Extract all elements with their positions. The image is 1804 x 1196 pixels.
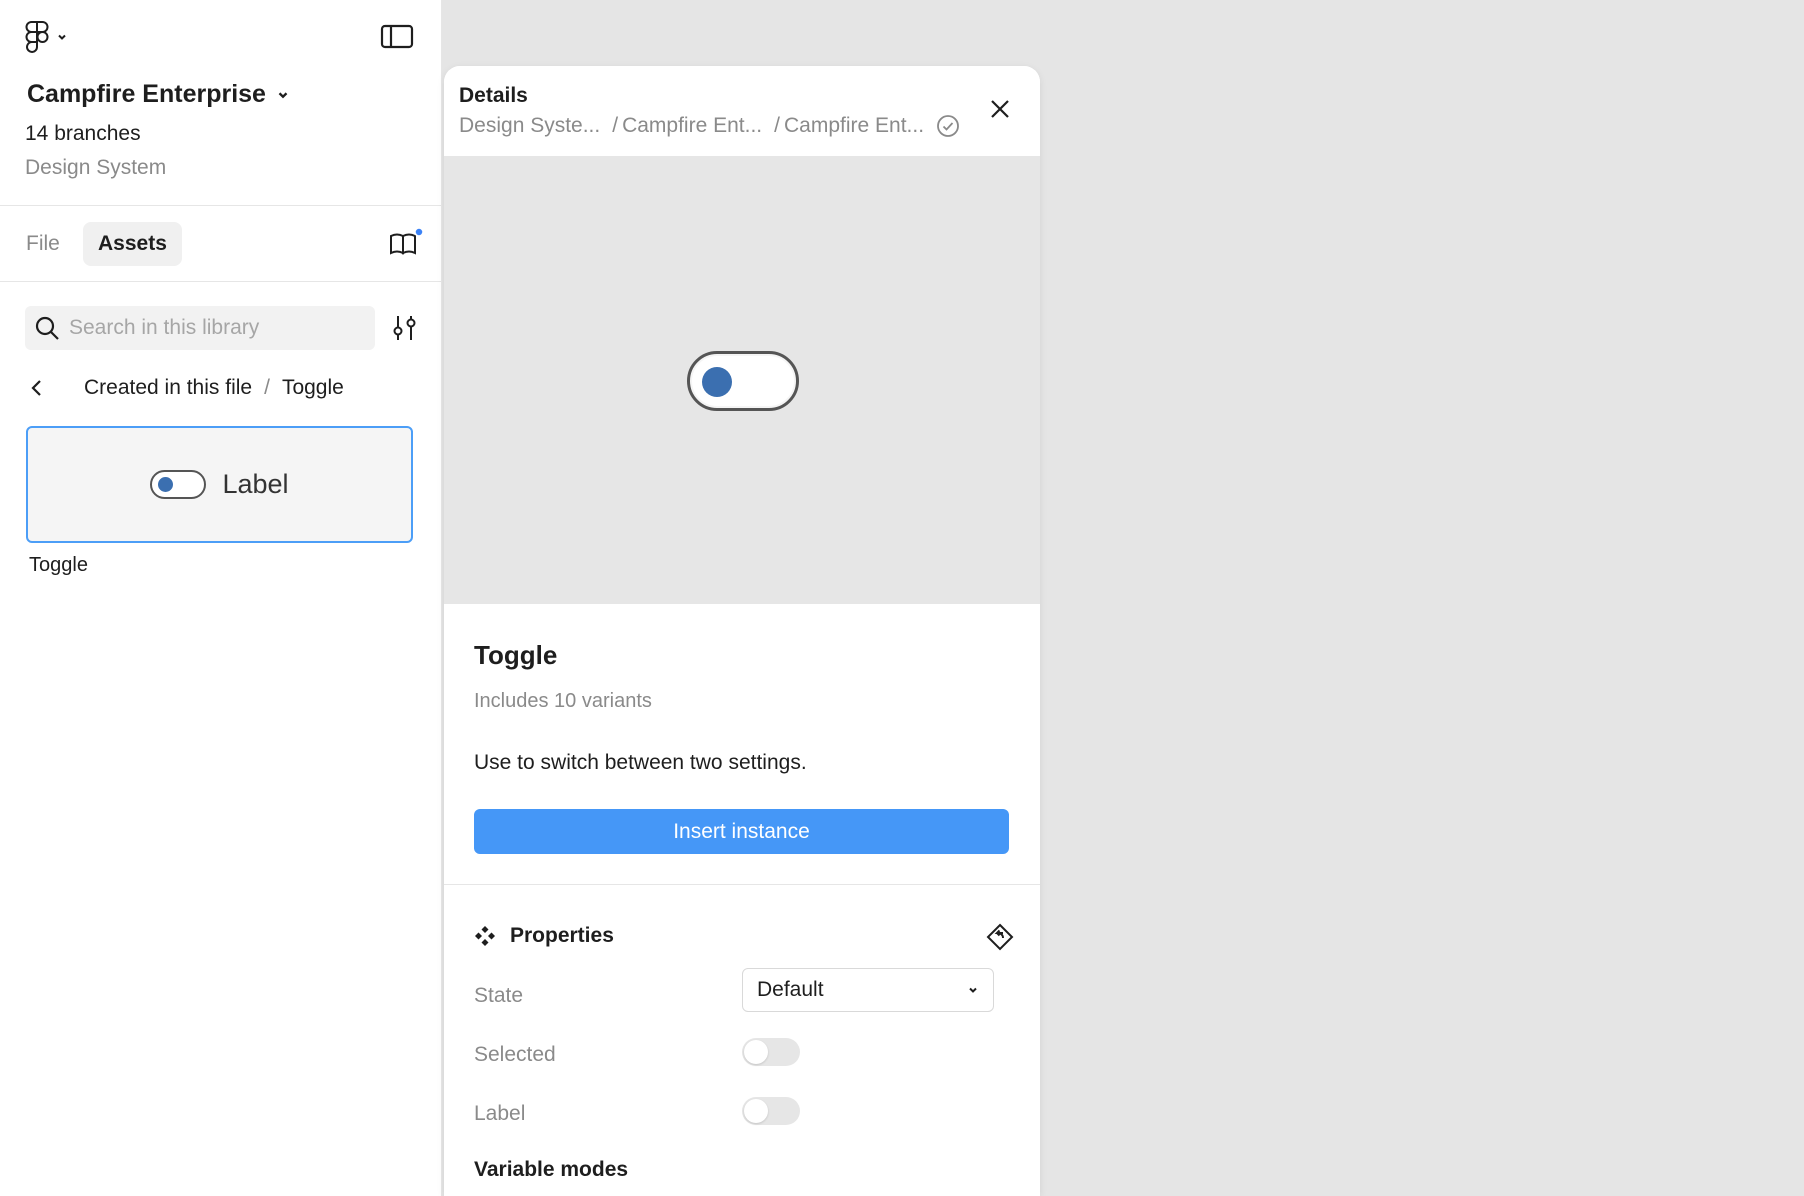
label-switch[interactable]: [742, 1097, 800, 1125]
path-segment: Campfire Ent...: [622, 114, 763, 137]
reset-instance-button[interactable]: [985, 922, 1015, 952]
properties-header: Properties: [474, 924, 614, 948]
component-name: Toggle: [474, 640, 558, 670]
team-name: Design System: [25, 156, 167, 179]
main-menu-button[interactable]: [24, 18, 68, 56]
property-label-selected: Selected: [474, 1043, 556, 1066]
path-separator: /: [612, 114, 619, 137]
component-variants: Includes 10 variants: [474, 690, 652, 712]
variable-modes-heading: Variable modes: [474, 1158, 629, 1181]
tab-file[interactable]: File: [11, 222, 75, 266]
libraries-button[interactable]: [388, 226, 424, 262]
divider: [0, 205, 442, 206]
state-select-value: Default: [757, 978, 824, 1001]
divider: [0, 281, 442, 282]
search-box: [25, 306, 375, 350]
close-icon: [991, 100, 1009, 118]
asset-preview-label: Label: [222, 469, 289, 499]
toggle-preview: [687, 351, 799, 411]
selected-switch[interactable]: [742, 1038, 800, 1066]
path-segment: Campfire Ent...: [783, 114, 925, 137]
toggle-knob: [702, 367, 732, 397]
details-title: Details: [459, 84, 528, 107]
path-separator: /: [774, 114, 780, 137]
sliders-icon: [393, 316, 416, 340]
property-label-label: Label: [474, 1102, 526, 1125]
asset-card-toggle[interactable]: Label: [26, 426, 413, 543]
component-description: Use to switch between two settings.: [474, 751, 807, 774]
back-button[interactable]: [22, 373, 52, 403]
search-icon: [35, 316, 59, 340]
book-icon: [390, 227, 424, 255]
breadcrumb-current: Toggle: [281, 376, 344, 399]
divider: [444, 884, 1040, 885]
sidebar-tabs: File Assets: [0, 222, 442, 266]
figma-logo-icon: [25, 21, 49, 53]
path-segment: Design Syste...: [459, 114, 601, 137]
switch-knob: [744, 1040, 768, 1064]
branches-count[interactable]: 14 branches: [25, 122, 141, 146]
sidebar-toggle-button[interactable]: [378, 22, 418, 52]
chevron-down-icon: [969, 987, 977, 993]
chevron-left-icon: [31, 380, 41, 396]
toggle-knob: [158, 477, 174, 492]
component-icon: [475, 926, 495, 946]
reset-instance-icon: [986, 923, 1014, 951]
toggle-preview: [150, 470, 207, 499]
left-sidebar: Campfire Enterprise 14 branches Design S…: [0, 0, 442, 1196]
asset-name: Toggle: [29, 554, 88, 576]
close-button[interactable]: [985, 94, 1015, 124]
property-label-state: State: [474, 984, 524, 1007]
chevron-down-icon: [58, 34, 66, 40]
component-preview: [444, 156, 1040, 604]
breadcrumb-separator: /: [264, 376, 270, 399]
sidebar-topbar: [0, 0, 442, 74]
properties-heading: Properties: [510, 924, 614, 947]
library-path: Design Syste... / Campfire Ent... / Camp…: [459, 114, 960, 138]
project-title-button[interactable]: Campfire Enterprise: [27, 80, 290, 109]
project-title: Campfire Enterprise: [27, 80, 266, 108]
details-header: Details Design Syste... / Campfire Ent..…: [444, 66, 1040, 156]
chevron-down-icon: [278, 91, 288, 98]
filter-button[interactable]: [390, 312, 420, 344]
insert-instance-button[interactable]: Insert instance: [474, 809, 1009, 854]
search-input[interactable]: [69, 316, 359, 340]
details-panel: Details Design Syste... / Campfire Ent..…: [444, 66, 1040, 1196]
check-circle-icon: [936, 114, 960, 138]
breadcrumb-parent[interactable]: Created in this file: [84, 376, 252, 400]
tab-assets[interactable]: Assets: [83, 222, 182, 266]
breadcrumb: Created in this file / Toggle: [22, 372, 344, 404]
sidebar-panel-icon: [380, 24, 414, 49]
state-select[interactable]: Default: [742, 968, 994, 1012]
switch-knob: [744, 1099, 768, 1123]
